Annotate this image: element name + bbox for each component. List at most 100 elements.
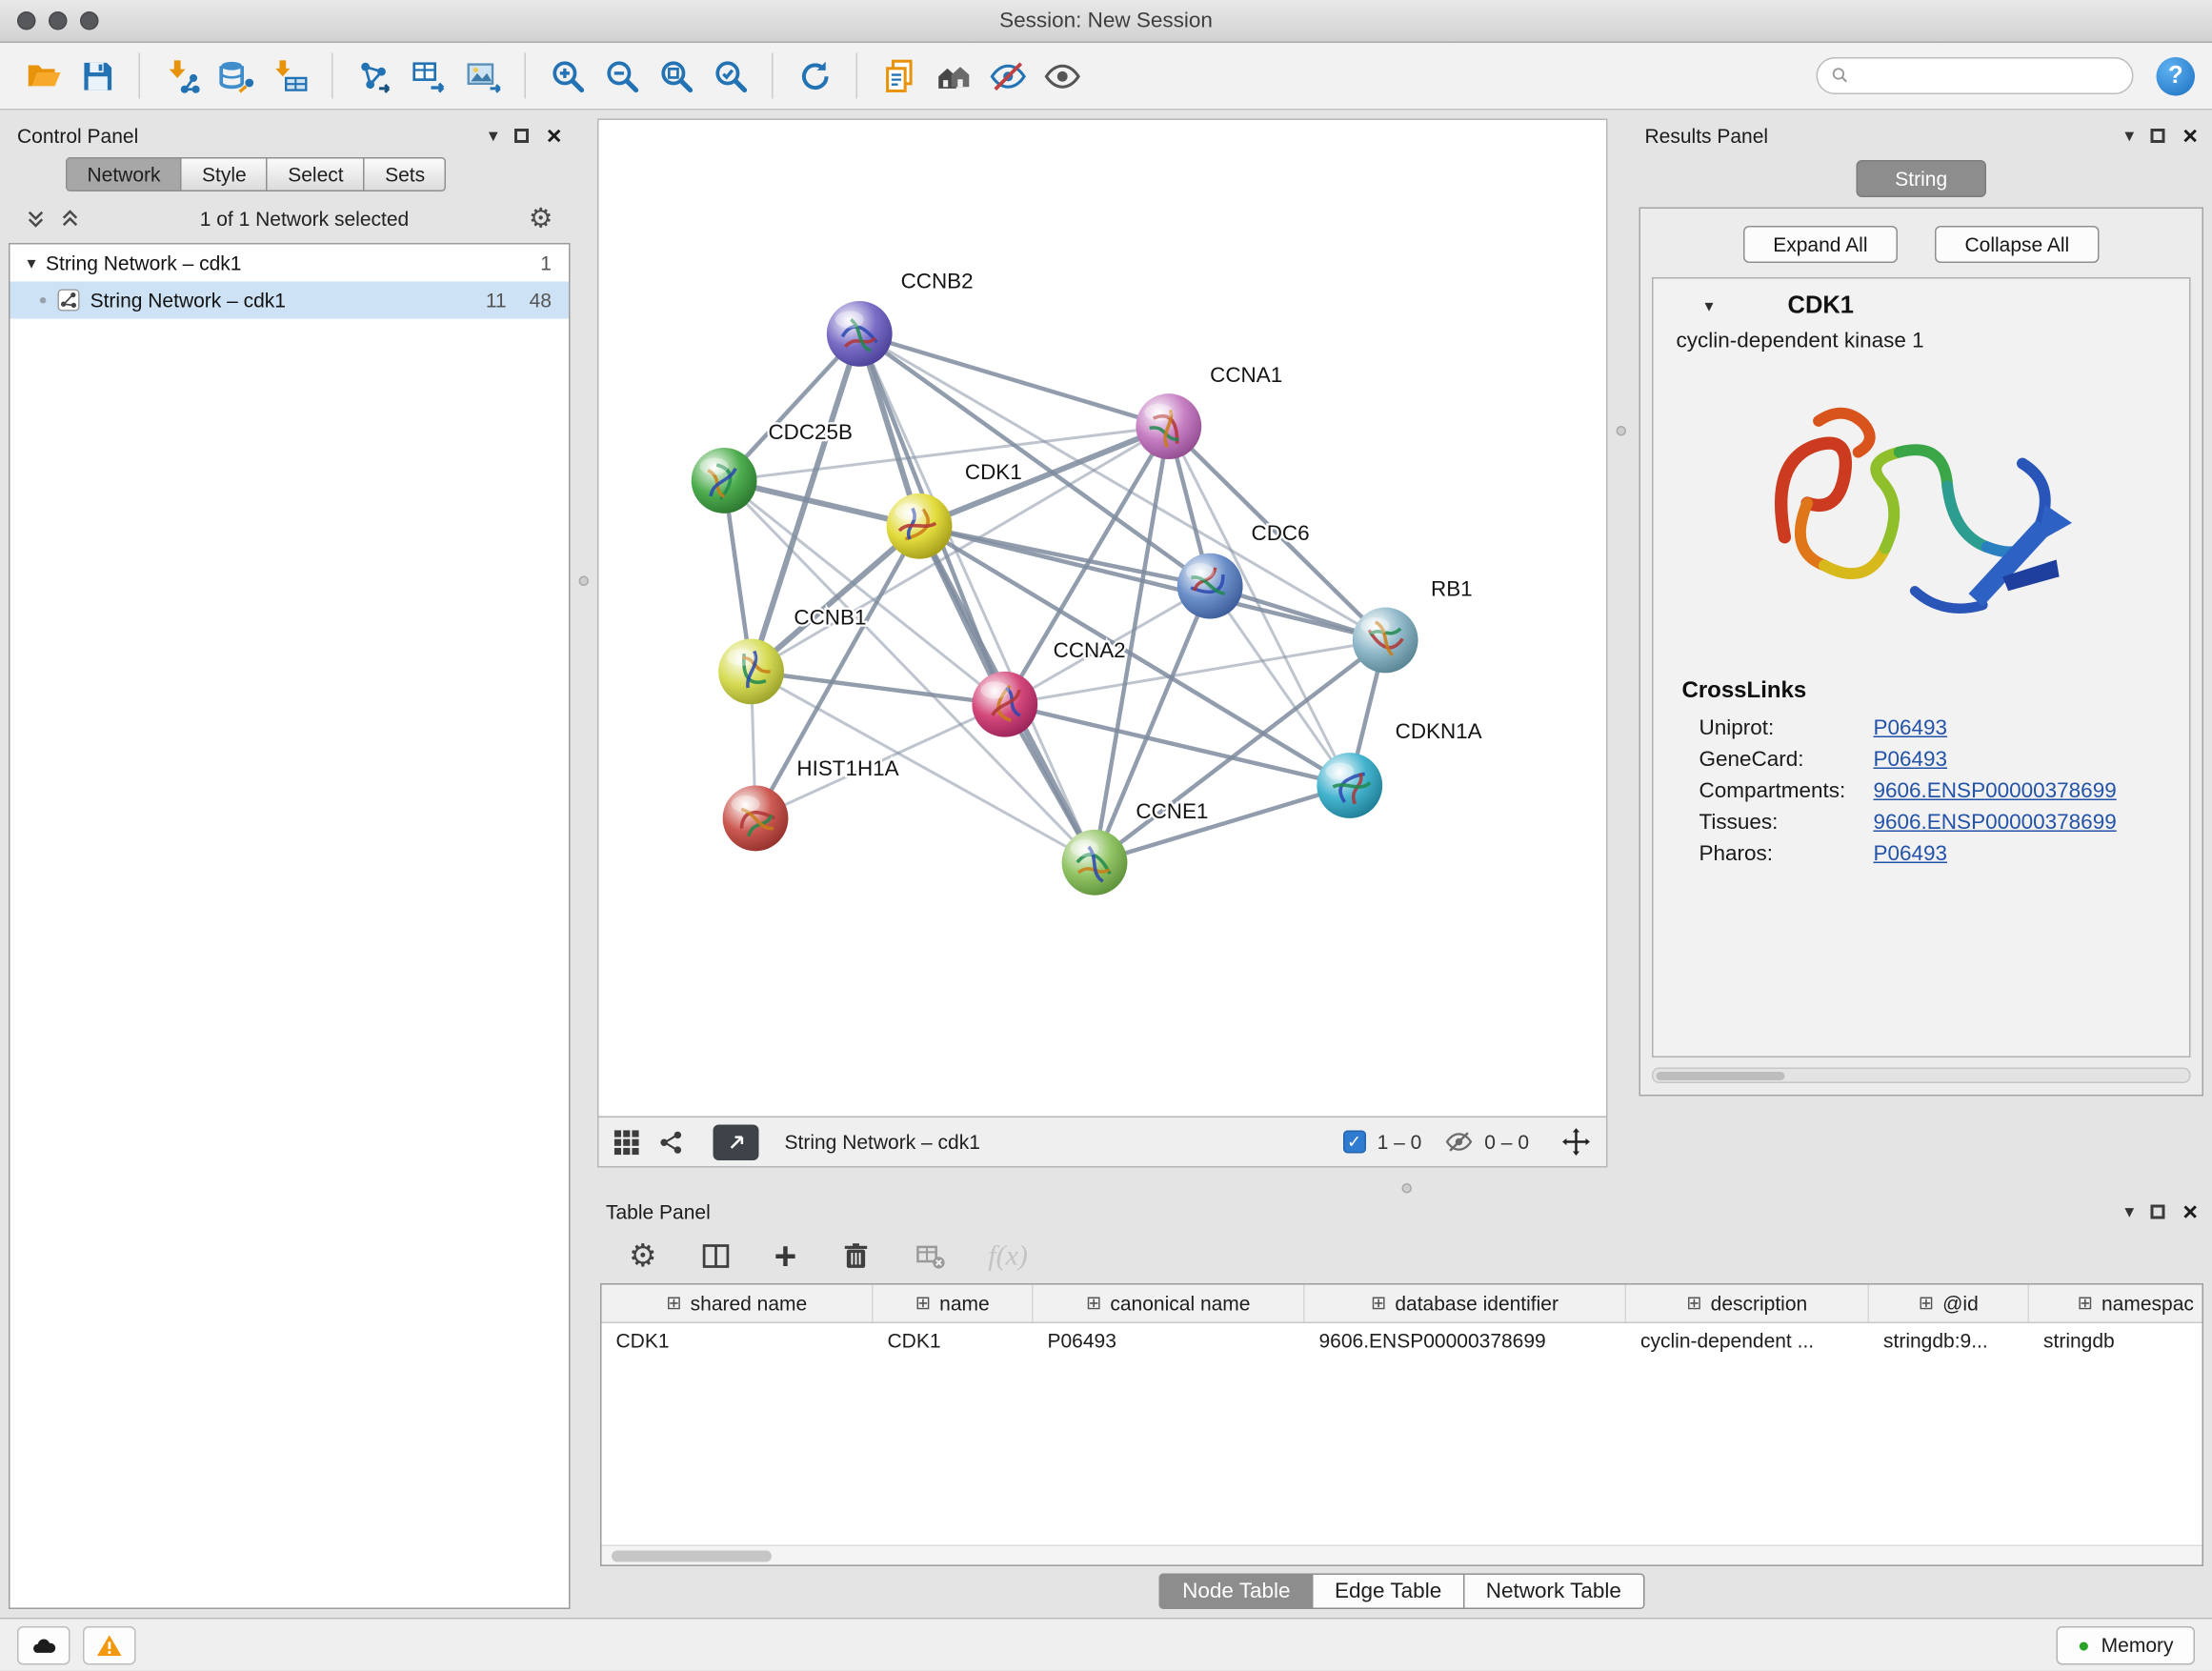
network-row-selected[interactable]: ● String Network – cdk1 11 48 (10, 282, 570, 319)
panel-collapse-icon[interactable]: ▾ (2124, 1201, 2134, 1224)
network-edge[interactable] (859, 333, 1385, 640)
import-table-file-button[interactable] (265, 50, 316, 102)
network-edge[interactable] (752, 672, 1005, 704)
import-network-database-button[interactable] (211, 50, 262, 102)
fit-content-crosshair-icon[interactable] (1560, 1127, 1592, 1158)
splitter-grip[interactable] (579, 576, 590, 587)
expand-all-icon[interactable] (60, 209, 80, 229)
cloud-button[interactable] (17, 1626, 70, 1665)
zoom-out-button[interactable] (596, 50, 648, 102)
gene-collapse-icon[interactable]: ▾ (1705, 296, 1714, 316)
collapse-all-icon[interactable] (26, 209, 46, 229)
hide-selected-button[interactable] (982, 50, 1034, 102)
network-edge[interactable] (1095, 786, 1350, 863)
delete-column-button[interactable] (839, 1241, 871, 1273)
crosslink-link[interactable]: 9606.ENSP00000378699 (1874, 778, 2117, 803)
splitter-grip[interactable] (1617, 426, 1627, 436)
left-splitter[interactable] (571, 119, 598, 1610)
network-node-ccna1[interactable]: CCNA1 (1136, 363, 1282, 459)
tab-sets[interactable]: Sets (365, 157, 447, 191)
tab-node-table[interactable]: Node Table (1159, 1573, 1313, 1609)
tree-expand-icon[interactable]: ▾ (28, 253, 36, 273)
window-close-button[interactable] (17, 11, 36, 30)
table-cell[interactable]: stringdb (2029, 1324, 2203, 1361)
column-header[interactable]: ⊞canonical name (1034, 1285, 1305, 1322)
zoom-fit-button[interactable] (651, 50, 702, 102)
panel-close-icon[interactable]: × (547, 123, 562, 149)
column-header[interactable]: ⊞namespac (2029, 1285, 2203, 1322)
delete-table-button[interactable] (914, 1241, 945, 1273)
network-node-cdkn1a[interactable]: CDKN1A (1317, 719, 1481, 818)
table-row[interactable]: CDK1CDK1P064939606.ENSP00000378699cyclin… (602, 1324, 2202, 1361)
crosslink-link[interactable]: P06493 (1874, 715, 1948, 740)
tab-network-table[interactable]: Network Table (1464, 1573, 1644, 1609)
warnings-button[interactable] (83, 1626, 136, 1665)
network-node-ccnb1[interactable]: CCNB1 (718, 605, 866, 704)
table-cell[interactable]: stringdb:9... (1869, 1324, 2029, 1361)
results-scrollbar[interactable] (1652, 1068, 2191, 1084)
crosslink-link[interactable]: P06493 (1874, 747, 1948, 772)
network-node-ccne1[interactable]: CCNE1 (1062, 799, 1209, 896)
network-edge[interactable] (859, 333, 1095, 862)
share-icon[interactable] (657, 1129, 685, 1157)
network-collection-row[interactable]: ▾ String Network – cdk1 1 (10, 245, 570, 282)
import-network-file-button[interactable] (156, 50, 208, 102)
home-button[interactable] (928, 50, 979, 102)
network-node-rb1[interactable]: RB1 (1353, 577, 1473, 674)
export-image-button[interactable] (457, 50, 509, 102)
open-session-button[interactable] (17, 50, 69, 102)
table-horizontal-scrollbar[interactable] (602, 1545, 2202, 1565)
column-header[interactable]: ⊞description (1626, 1285, 1869, 1322)
show-all-button[interactable] (1036, 50, 1088, 102)
network-node-hist1h1a[interactable]: HIST1H1A (723, 756, 899, 851)
search-input[interactable] (1860, 65, 2120, 87)
memory-button[interactable]: ● Memory (2056, 1626, 2195, 1665)
table-cell[interactable]: CDK1 (602, 1324, 874, 1361)
network-node-ccnb2[interactable]: CCNB2 (827, 269, 974, 366)
open-in-new-window-button[interactable] (714, 1124, 759, 1160)
network-svg[interactable]: CCNB2CCNA1CDC25BCDK1CDC6RB1CCNB1CCNA2CDK… (599, 120, 1607, 1117)
tab-style[interactable]: Style (182, 157, 268, 191)
table-cell[interactable]: cyclin-dependent ... (1626, 1324, 1869, 1361)
horizontal-splitter[interactable] (597, 1182, 2206, 1196)
column-header[interactable]: ⊞@id (1869, 1285, 2029, 1322)
panel-float-icon[interactable] (515, 129, 530, 143)
column-header[interactable]: ⊞name (874, 1285, 1034, 1322)
network-edge[interactable] (1095, 640, 1385, 862)
tab-select[interactable]: Select (268, 157, 365, 191)
search-box[interactable] (1817, 57, 2134, 94)
panel-close-icon[interactable]: × (2182, 1199, 2198, 1225)
tab-edge-table[interactable]: Edge Table (1314, 1573, 1465, 1609)
window-zoom-button[interactable] (80, 11, 99, 30)
table-settings-button[interactable]: ⚙ (629, 1241, 657, 1273)
gear-icon[interactable]: ⚙ (529, 205, 553, 232)
tab-string[interactable]: String (1857, 160, 1986, 197)
table-cell[interactable]: CDK1 (874, 1324, 1034, 1361)
column-header[interactable]: ⊞shared name (602, 1285, 874, 1322)
splitter-grip[interactable] (1402, 1184, 1413, 1195)
show-columns-button[interactable] (700, 1241, 732, 1273)
panel-float-icon[interactable] (2151, 129, 2165, 143)
function-builder-button[interactable]: f(x) (988, 1240, 1028, 1274)
column-header[interactable]: ⊞database identifier (1305, 1285, 1627, 1322)
network-edge[interactable] (859, 333, 1169, 426)
birds-eye-icon[interactable] (613, 1129, 641, 1157)
crosslink-link[interactable]: P06493 (1874, 841, 1948, 866)
expand-all-button[interactable]: Expand All (1743, 226, 1898, 263)
table-cell[interactable]: P06493 (1034, 1324, 1305, 1361)
collapse-all-button[interactable]: Collapse All (1935, 226, 2100, 263)
help-button[interactable]: ? (2157, 56, 2196, 95)
zoom-in-button[interactable] (542, 50, 593, 102)
window-minimize-button[interactable] (49, 11, 68, 30)
panel-collapse-icon[interactable]: ▾ (489, 125, 498, 148)
selected-checkbox-icon[interactable]: ✓ (1343, 1131, 1366, 1154)
network-canvas[interactable]: CCNB2CCNA1CDC25BCDK1CDC6RB1CCNB1CCNA2CDK… (597, 119, 1608, 1117)
panel-collapse-icon[interactable]: ▾ (2124, 125, 2134, 148)
panel-float-icon[interactable] (2151, 1205, 2165, 1219)
refresh-button[interactable] (789, 50, 840, 102)
documents-button[interactable] (874, 50, 925, 102)
table-cell[interactable]: 9606.ENSP00000378699 (1305, 1324, 1627, 1361)
scrollbar-thumb[interactable] (1657, 1071, 1785, 1079)
crosslink-link[interactable]: 9606.ENSP00000378699 (1874, 810, 2117, 835)
scrollbar-thumb[interactable] (612, 1550, 772, 1561)
